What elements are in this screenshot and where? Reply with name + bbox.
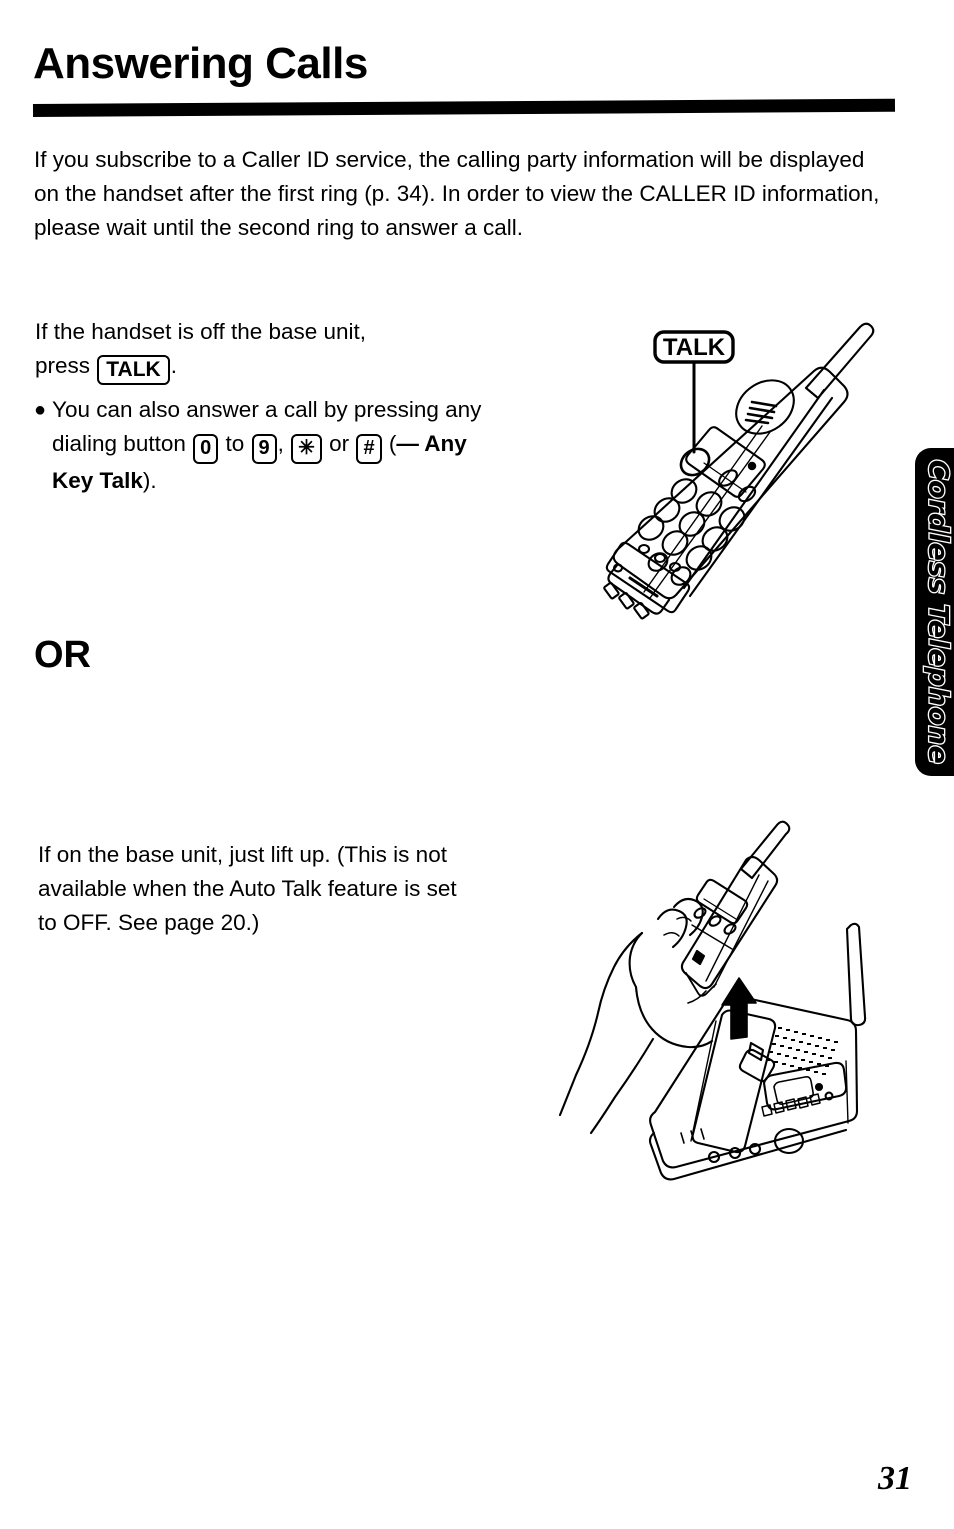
talk-button <box>679 447 711 477</box>
key-9-glyph: 9 <box>251 434 277 464</box>
talk-callout-box: TALK <box>653 330 735 364</box>
any-key-talk-text: You can also answer a call by pressing a… <box>52 393 484 498</box>
handset-keypad <box>637 478 746 586</box>
manual-page: Answering Calls If you subscribe to a Ca… <box>0 0 954 1529</box>
handset-off-instruction: If the handset is off the base unit, pre… <box>35 315 465 385</box>
key-0-glyph: 0 <box>193 434 219 464</box>
title-underline-rule <box>32 98 896 117</box>
lift-arrow <box>721 977 757 1040</box>
bullet-dot-icon: ● <box>34 399 47 421</box>
side-tab-label: Cordless Telephone <box>921 458 954 765</box>
bullet-part-6: ). <box>142 468 157 493</box>
handset-off-line1: If the handset is off the base unit, <box>35 319 367 344</box>
handset-off-line2-suffix: . <box>170 353 177 378</box>
key-star-glyph: ✳ <box>291 434 322 464</box>
intro-paragraph: If you subscribe to a Caller ID service,… <box>34 147 880 240</box>
bullet-part-5: ( <box>382 431 397 456</box>
hand <box>558 897 714 1135</box>
side-tab-cordless-telephone: Cordless Telephone <box>915 448 954 776</box>
bullet-part-4: or <box>322 431 356 456</box>
key-hash-glyph: # <box>356 434 382 464</box>
lifted-handset <box>680 820 791 997</box>
page-title: Answering Calls <box>33 39 368 88</box>
list-item: ● You can also answer a call by pressing… <box>34 393 484 498</box>
page-number: 31 <box>878 1460 912 1497</box>
talk-key-glyph: TALK <box>97 355 170 385</box>
handset-off-line2-prefix: press <box>35 353 97 378</box>
figure-lift-from-base <box>546 815 896 1195</box>
any-key-talk-bullet: ● You can also answer a call by pressing… <box>34 393 484 498</box>
bullet-part-3: , <box>277 431 291 456</box>
handset-antenna <box>804 322 875 400</box>
base-control-panel <box>761 1061 848 1117</box>
figure-handset-talk: TALK <box>556 306 896 636</box>
base-unit-instruction: If on the base unit, just lift up. (This… <box>38 842 457 935</box>
bullet-part-2: to <box>219 431 251 456</box>
svg-text:TALK: TALK <box>663 334 726 361</box>
base-speaker-grille <box>766 1027 838 1075</box>
or-divider-heading: OR <box>34 634 91 676</box>
